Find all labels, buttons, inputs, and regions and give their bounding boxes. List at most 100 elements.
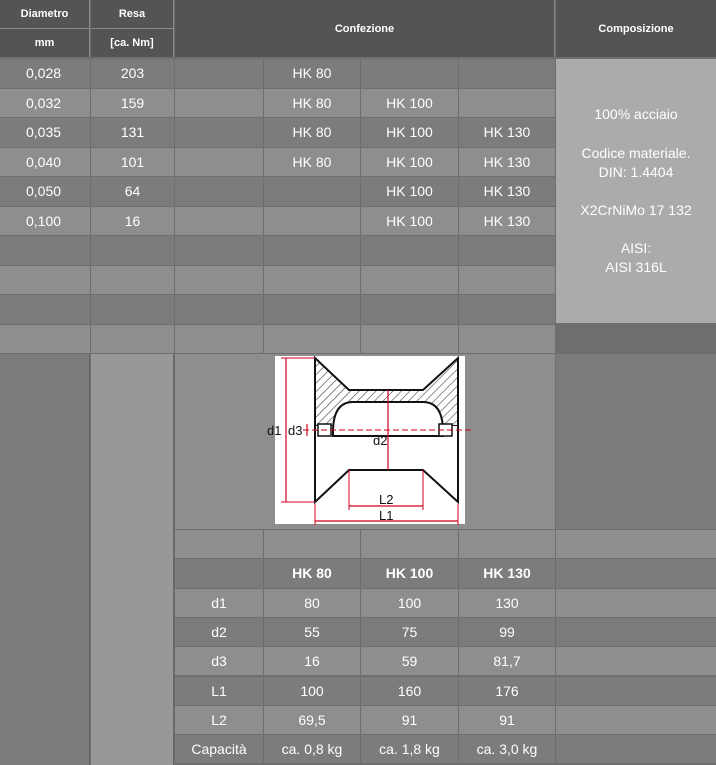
data-cell-r3-c3: HK 80 (264, 147, 360, 176)
spec-blank (556, 705, 716, 735)
data-cell-r9-c1 (91, 324, 174, 353)
spec-value: 176 (459, 676, 555, 705)
spec-value: ca. 3,0 kg (459, 735, 555, 764)
data-cell-r6-c0 (0, 236, 90, 265)
label-d1: d1 (267, 423, 281, 438)
data-cell-r0-c0: 0,028 (0, 59, 90, 88)
data-cell-r6-c3 (264, 236, 360, 265)
data-cell-r7-c4 (361, 265, 458, 294)
spec-value: 69,5 (264, 705, 360, 735)
lower-middle-column (91, 354, 174, 765)
spec-value: 100 (361, 588, 458, 617)
spec-row-label: d2 (175, 617, 263, 647)
data-cell-r1-c1: 159 (91, 88, 174, 117)
data-cell-r9-c3 (264, 324, 360, 353)
data-cell-r2-c1: 131 (91, 118, 174, 147)
composition-panel: 100% acciaio Codice materiale. DIN: 1.44… (556, 59, 716, 323)
spec-value: 99 (459, 617, 555, 647)
label-d2: d2 (373, 433, 387, 448)
spec-blank (556, 617, 716, 647)
spool-diagram: d1 d3 d2 L2 L1 (267, 355, 471, 525)
data-cell-r5-c0: 0,100 (0, 206, 90, 235)
spec-empty-cell-0 (175, 530, 263, 559)
spec-header-3: HK 130 (459, 559, 555, 588)
data-cell-r2-c4: HK 100 (361, 118, 458, 147)
spec-value: 80 (264, 588, 360, 617)
data-cell-r1-c3: HK 80 (264, 88, 360, 117)
header-diameter-unit: mm (0, 29, 90, 57)
data-cell-r6-c2 (175, 236, 263, 265)
spec-row-label: L2 (175, 705, 263, 735)
data-cell-r6-c1 (91, 236, 174, 265)
data-cell-r8-c1 (91, 295, 174, 324)
data-cell-r6-c4 (361, 236, 458, 265)
label-L1: L1 (379, 508, 393, 523)
data-cell-r5-c3 (264, 206, 360, 235)
data-cell-r4-c3 (264, 177, 360, 206)
data-cell-r6-c5 (459, 236, 555, 265)
data-cell-r5-c4: HK 100 (361, 206, 458, 235)
composition-line-6: AISI 316L (605, 259, 667, 275)
data-cell-r7-c5 (459, 265, 555, 294)
spec-row-label: Capacità (175, 735, 263, 764)
data-cell-r5-c2 (175, 206, 263, 235)
data-cell-r5-c1: 16 (91, 206, 174, 235)
data-cell-r8-c3 (264, 295, 360, 324)
diagram-area: d1 d3 d2 L2 L1 (175, 354, 555, 529)
composition-line-4: X2CrNiMo 17 132 (580, 202, 692, 218)
data-cell-r7-c1 (91, 265, 174, 294)
data-cell-r0-c5 (459, 59, 555, 88)
data-cell-r3-c1: 101 (91, 147, 174, 176)
spec-value: 16 (264, 647, 360, 676)
data-cell-r1-c5 (459, 88, 555, 117)
spec-value: 160 (361, 676, 458, 705)
data-cell-r1-c0: 0,032 (0, 88, 90, 117)
lower-left-column (0, 354, 90, 765)
header-package: Confezione (175, 0, 555, 57)
label-L2: L2 (379, 492, 393, 507)
spec-value: 91 (459, 705, 555, 735)
spec-value: 75 (361, 617, 458, 647)
data-cell-r2-c3: HK 80 (264, 118, 360, 147)
spec-empty-cell-2 (361, 530, 458, 559)
header-composition: Composizione (556, 0, 716, 57)
label-d3: d3 (288, 423, 302, 438)
spec-row-label: L1 (175, 676, 263, 705)
data-cell-r3-c5: HK 130 (459, 147, 555, 176)
data-cell-r8-c2 (175, 295, 263, 324)
spec-empty-cell-4 (556, 530, 716, 559)
data-cell-r8-c5 (459, 295, 555, 324)
data-cell-r1-c4: HK 100 (361, 88, 458, 117)
spec-value: 81,7 (459, 647, 555, 676)
data-cell-r0-c3: HK 80 (264, 59, 360, 88)
data-cell-r7-c2 (175, 265, 263, 294)
header-yield-unit: [ca. Nm] (91, 29, 174, 57)
data-cell-r2-c0: 0,035 (0, 118, 90, 147)
spec-header-1: HK 80 (264, 559, 360, 588)
data-cell-r3-c4: HK 100 (361, 147, 458, 176)
spec-header-blank-0 (175, 559, 263, 588)
spec-blank (556, 676, 716, 705)
data-cell-r3-c2 (175, 147, 263, 176)
spec-empty-cell-1 (264, 530, 360, 559)
spec-blank (556, 588, 716, 617)
spec-value: 91 (361, 705, 458, 735)
spec-row-label: d1 (175, 588, 263, 617)
lower-right-column (556, 354, 716, 529)
spec-value: 100 (264, 676, 360, 705)
data-cell-r9-c2 (175, 324, 263, 353)
data-cell-r9-c0 (0, 324, 90, 353)
spec-value: 130 (459, 588, 555, 617)
data-cell-r8-c0 (0, 295, 90, 324)
spec-header-2: HK 100 (361, 559, 458, 588)
composition-line-3: DIN: 1.4404 (598, 164, 674, 180)
data-cell-r0-c2 (175, 59, 263, 88)
header-yield: Resa (91, 0, 174, 29)
spec-row-label: d3 (175, 647, 263, 676)
spec-value: 59 (361, 647, 458, 676)
spec-header-blank-4 (556, 559, 716, 588)
data-cell-r1-c2 (175, 88, 263, 117)
spec-blank (556, 647, 716, 676)
spec-empty-cell-3 (459, 530, 555, 559)
data-cell-r5-c5: HK 130 (459, 206, 555, 235)
